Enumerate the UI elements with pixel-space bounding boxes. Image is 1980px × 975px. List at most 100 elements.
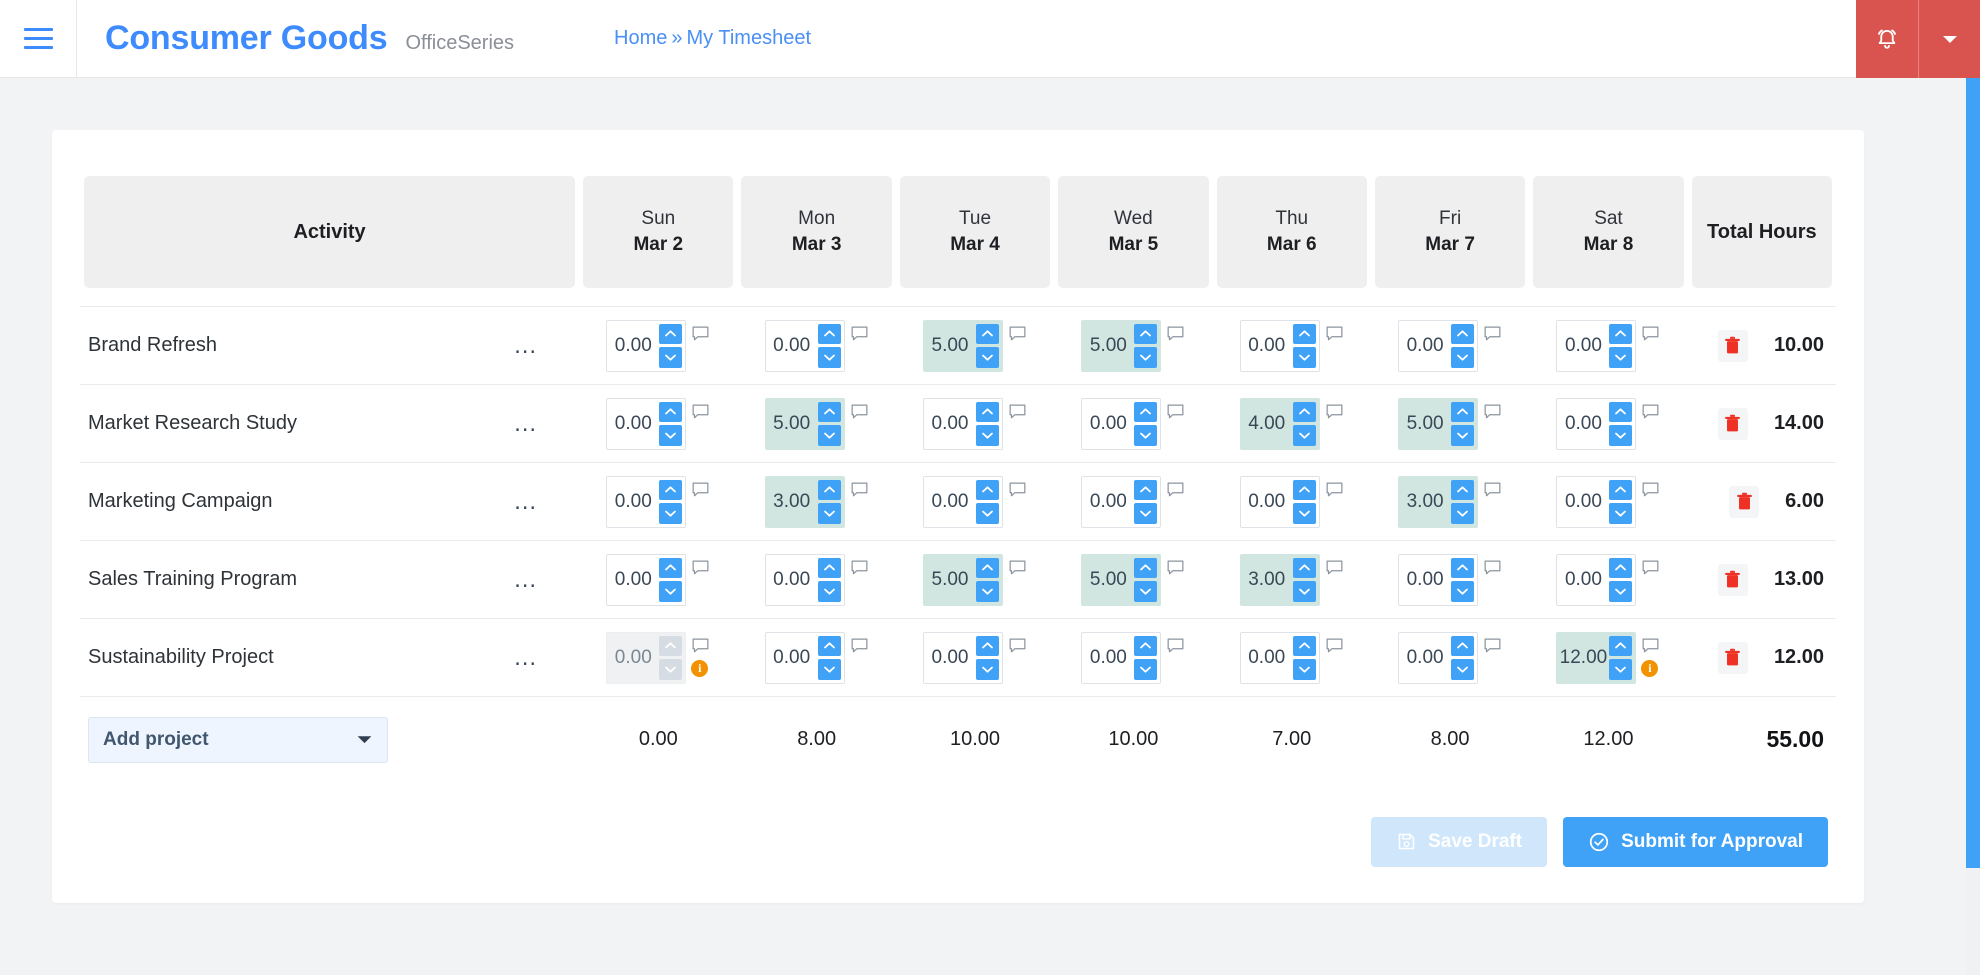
row-options-ellipsis-icon[interactable]: … (507, 567, 545, 591)
hours-increment-button[interactable] (1292, 479, 1316, 500)
hours-increment-button[interactable] (659, 635, 683, 656)
comment-icon[interactable] (851, 326, 868, 342)
hours-value[interactable]: 0.00 (766, 633, 818, 683)
hours-increment-button[interactable] (976, 401, 1000, 422)
hours-input-spinner[interactable]: 0.00 (1556, 397, 1637, 450)
hours-input-spinner[interactable]: 0.00 (764, 319, 845, 372)
hours-value[interactable]: 5.00 (1399, 399, 1451, 449)
hours-increment-button[interactable] (1609, 479, 1633, 500)
hours-input-spinner[interactable]: 0.00 (923, 397, 1004, 450)
save-draft-button[interactable]: Save Draft (1371, 816, 1548, 867)
hours-input-spinner[interactable]: 0.00 (764, 631, 845, 684)
hours-increment-button[interactable] (976, 557, 1000, 578)
comment-icon[interactable] (851, 404, 868, 420)
hours-decrement-button[interactable] (1134, 347, 1158, 368)
hours-decrement-button[interactable] (659, 347, 683, 368)
hours-increment-button[interactable] (817, 557, 841, 578)
comment-icon[interactable] (1326, 404, 1343, 420)
hours-increment-button[interactable] (817, 479, 841, 500)
comment-icon[interactable] (1009, 326, 1026, 342)
comment-icon[interactable] (1484, 326, 1501, 342)
comment-icon[interactable] (692, 482, 709, 498)
delete-row-button[interactable] (1717, 563, 1748, 596)
comment-icon[interactable] (692, 404, 709, 420)
hours-input-spinner[interactable]: 0.00 (1239, 631, 1320, 684)
hours-value[interactable]: 3.00 (766, 477, 818, 527)
hours-increment-button[interactable] (1451, 401, 1475, 422)
comment-icon[interactable] (1642, 482, 1659, 498)
hours-value[interactable]: 0.00 (1557, 399, 1609, 449)
hours-value[interactable]: 0.00 (607, 321, 659, 371)
hours-decrement-button[interactable] (1292, 659, 1316, 680)
hours-decrement-button[interactable] (1134, 581, 1158, 602)
hours-increment-button[interactable] (817, 635, 841, 656)
hours-decrement-button[interactable] (1451, 659, 1475, 680)
hours-input-spinner[interactable]: 0.00 (923, 475, 1004, 528)
hours-value[interactable]: 4.00 (1241, 399, 1293, 449)
hours-value[interactable]: 3.00 (1399, 477, 1451, 527)
hours-increment-button[interactable] (817, 323, 841, 344)
hours-decrement-button[interactable] (817, 581, 841, 602)
hours-value[interactable]: 0.00 (1399, 633, 1451, 683)
hours-increment-button[interactable] (1451, 557, 1475, 578)
hours-input-spinner[interactable]: 0.00 (1398, 319, 1479, 372)
hours-decrement-button[interactable] (1609, 425, 1633, 446)
hours-warning-badge-icon[interactable]: i (1641, 659, 1659, 677)
hours-increment-button[interactable] (1134, 479, 1158, 500)
hours-decrement-button[interactable] (1609, 659, 1633, 680)
hours-decrement-button[interactable] (1609, 503, 1633, 524)
comment-icon[interactable] (1009, 404, 1026, 420)
hours-value[interactable]: 5.00 (1082, 321, 1134, 371)
comment-icon[interactable] (692, 638, 709, 654)
hours-value[interactable]: 0.00 (1557, 477, 1609, 527)
hours-value[interactable]: 0.00 (1241, 321, 1293, 371)
submit-for-approval-button[interactable]: Submit for Approval (1563, 816, 1828, 867)
hours-decrement-button[interactable] (1292, 581, 1316, 602)
comment-icon[interactable] (1009, 560, 1026, 576)
hours-value[interactable]: 0.00 (1557, 555, 1609, 605)
hours-increment-button[interactable] (659, 323, 683, 344)
hours-decrement-button[interactable] (659, 503, 683, 524)
hours-value[interactable]: 0.00 (924, 633, 976, 683)
hours-value[interactable]: 0.00 (924, 399, 976, 449)
hours-input-spinner[interactable]: 0.00 (1239, 475, 1320, 528)
hours-value[interactable]: 0.00 (1241, 633, 1293, 683)
hours-input-spinner[interactable]: 0.00 (1081, 397, 1162, 450)
hours-increment-button[interactable] (976, 323, 1000, 344)
hours-input-spinner[interactable]: 5.00 (764, 397, 845, 450)
notification-bell-button[interactable] (1856, 0, 1918, 78)
row-options-ellipsis-icon[interactable]: … (507, 333, 545, 357)
comment-icon[interactable] (1167, 404, 1184, 420)
delete-row-button[interactable] (1717, 641, 1748, 674)
hours-value[interactable]: 0.00 (1557, 321, 1609, 371)
comment-icon[interactable] (1484, 560, 1501, 576)
hours-value[interactable]: 0.00 (1082, 477, 1134, 527)
hours-value[interactable]: 0.00 (766, 555, 818, 605)
hours-input-spinner[interactable]: 5.00 (923, 553, 1004, 606)
hours-increment-button[interactable] (1451, 479, 1475, 500)
hours-input-spinner[interactable]: 0.00 (606, 553, 687, 606)
hours-input-spinner[interactable]: 0.00 (1081, 631, 1162, 684)
hours-value[interactable]: 3.00 (1241, 555, 1293, 605)
hours-decrement-button[interactable] (1292, 425, 1316, 446)
hours-value[interactable]: 0.00 (607, 555, 659, 605)
hours-value[interactable]: 0.00 (607, 477, 659, 527)
hours-increment-button[interactable] (1292, 401, 1316, 422)
hours-decrement-button[interactable] (1451, 503, 1475, 524)
hours-increment-button[interactable] (1134, 635, 1158, 656)
hours-increment-button[interactable] (1451, 635, 1475, 656)
comment-icon[interactable] (1167, 326, 1184, 342)
hours-decrement-button[interactable] (976, 581, 1000, 602)
hours-decrement-button[interactable] (817, 503, 841, 524)
comment-icon[interactable] (1009, 638, 1026, 654)
hours-increment-button[interactable] (1609, 635, 1633, 656)
hours-increment-button[interactable] (976, 635, 1000, 656)
hours-decrement-button[interactable] (659, 581, 683, 602)
hours-increment-button[interactable] (1609, 323, 1633, 344)
comment-icon[interactable] (1326, 482, 1343, 498)
hours-decrement-button[interactable] (1134, 425, 1158, 446)
hours-input-spinner[interactable]: 0.00 (1556, 553, 1637, 606)
hours-increment-button[interactable] (1134, 323, 1158, 344)
notification-dropdown-button[interactable] (1918, 0, 1980, 78)
hours-input-spinner[interactable]: 3.00 (1239, 553, 1320, 606)
